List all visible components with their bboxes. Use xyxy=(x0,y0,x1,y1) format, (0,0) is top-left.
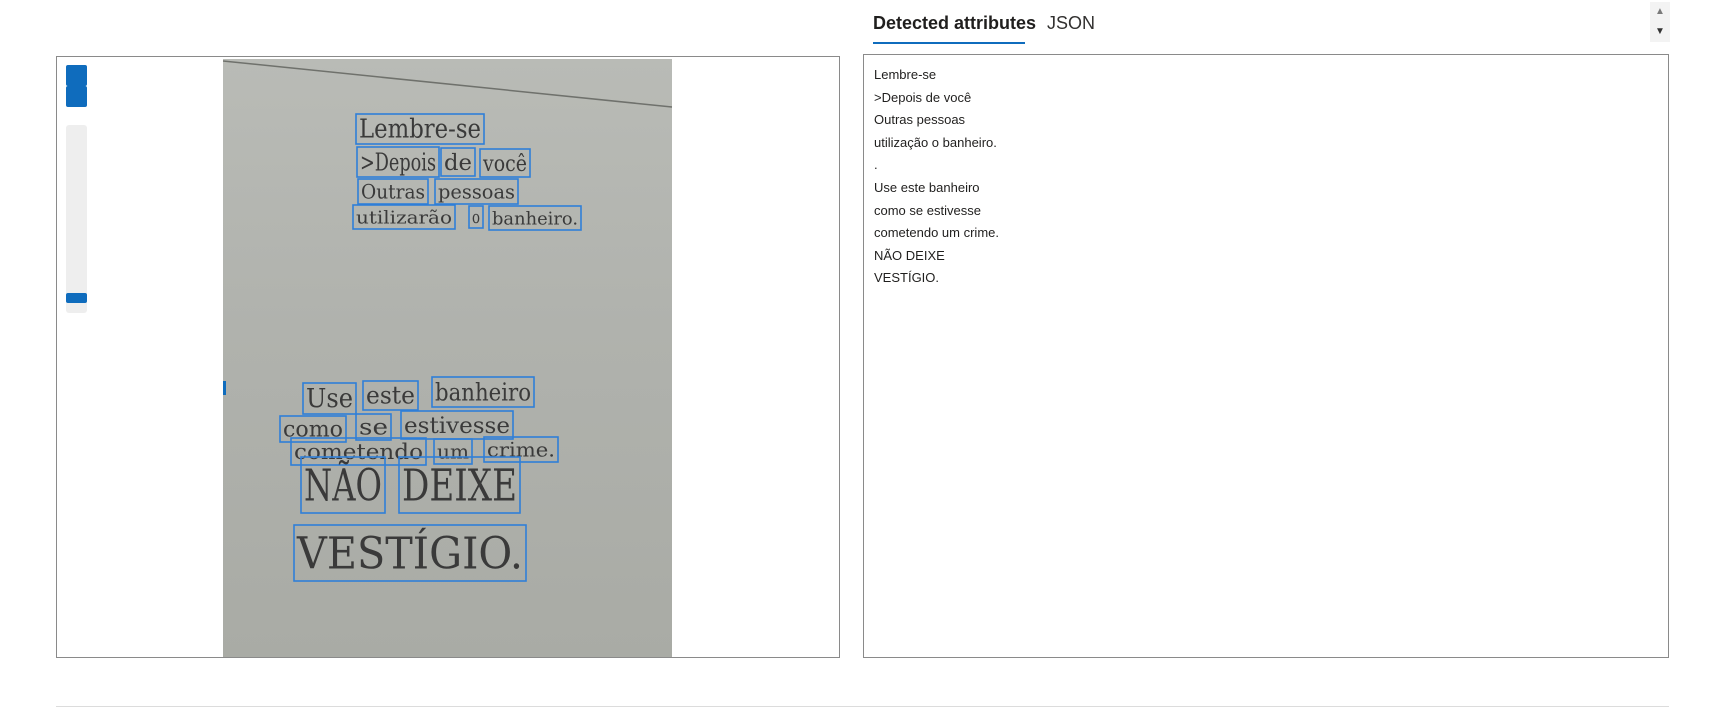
detected-line: utilização o banheiro. xyxy=(874,134,997,150)
detected-word-box: o xyxy=(468,205,484,229)
detected-word-box: NÃO xyxy=(300,456,386,514)
detected-line: Outras pessoas xyxy=(874,112,966,128)
handwritten-word: o xyxy=(472,207,480,228)
detected-line: Lembre-se xyxy=(874,67,937,82)
wall-edge-line xyxy=(223,60,672,108)
handwritten-word: estivesse xyxy=(404,414,510,439)
handwritten-word: Outras xyxy=(361,180,425,204)
tab-detected-attributes[interactable]: Detected attributes xyxy=(873,8,1036,44)
detected-word-box: banheiro xyxy=(431,376,535,408)
handwritten-word: este xyxy=(366,382,415,410)
detected-word-box: utilizarão xyxy=(352,204,456,230)
page-divider xyxy=(56,706,1669,707)
image-edge-handle[interactable] xyxy=(223,381,226,395)
zoom-out-button[interactable] xyxy=(66,86,87,107)
handwritten-word: crime. xyxy=(487,438,555,462)
detected-word-box: DEIXE xyxy=(398,456,521,514)
detected-word-box: banheiro. xyxy=(488,205,582,231)
detected-word-box: se xyxy=(355,413,392,441)
detected-word-box: >Depois xyxy=(356,146,440,178)
handwritten-word: DEIXE xyxy=(402,461,517,512)
detected-line: >Depois de você xyxy=(874,89,972,105)
handwritten-word: VESTÍGIO. xyxy=(296,527,523,580)
handwritten-word: banheiro. xyxy=(492,209,578,230)
detected-word-box: Lembre-se xyxy=(355,113,485,145)
handwritten-word: >Depois xyxy=(360,148,436,176)
image-viewer: Lembre-se >Depois de você Outras pessoas utili… xyxy=(56,56,840,658)
zoom-in-button[interactable] xyxy=(66,65,87,86)
zoom-slider-thumb[interactable] xyxy=(66,293,87,303)
detected-line: como se estivesse xyxy=(874,202,981,218)
handwritten-word: se xyxy=(359,415,388,440)
detected-word-box: VESTÍGIO. xyxy=(293,524,527,582)
detected-line: cometendo um crime. xyxy=(874,225,999,241)
detected-word-box: Outras xyxy=(357,178,429,205)
handwritten-word: de xyxy=(444,151,472,176)
detected-word-box: Use xyxy=(302,382,357,415)
analyzed-photo: Lembre-se >Depois de você Outras pessoas utili… xyxy=(223,59,672,657)
detected-word-box: estivesse xyxy=(400,410,514,440)
handwritten-word: NÃO xyxy=(304,459,382,512)
detected-word-box: de xyxy=(440,147,476,177)
detected-line: NÃO DEIXE xyxy=(874,247,945,263)
detected-line: . xyxy=(874,157,878,173)
detected-text-panel: Lembre-se >Depois de você Outras pessoas… xyxy=(863,54,1669,658)
detected-word-box: crime. xyxy=(483,436,559,463)
zoom-slider[interactable] xyxy=(66,125,87,313)
detected-line: Use este banheiro xyxy=(874,179,980,195)
detected-line: VESTÍGIO. xyxy=(874,270,940,286)
handwritten-word: utilizarão xyxy=(356,208,452,229)
handwritten-word: banheiro xyxy=(435,378,531,406)
handwritten-word: Use xyxy=(306,384,353,414)
handwritten-word: você xyxy=(482,152,527,177)
detected-word-box: este xyxy=(362,380,419,411)
scroll-up-button[interactable]: ▲ xyxy=(1650,2,1670,22)
handwritten-word: pessoas xyxy=(438,180,515,204)
detected-word-box: pessoas xyxy=(434,178,519,205)
word-overlay: Lembre-se >Depois de você Outras pessoas utili… xyxy=(223,60,672,582)
detected-word-box: você xyxy=(479,148,531,178)
handwritten-word: Lembre-se xyxy=(359,114,481,144)
tab-json[interactable]: JSON xyxy=(1047,8,1095,42)
scroll-down-button[interactable]: ▼ xyxy=(1650,22,1670,42)
